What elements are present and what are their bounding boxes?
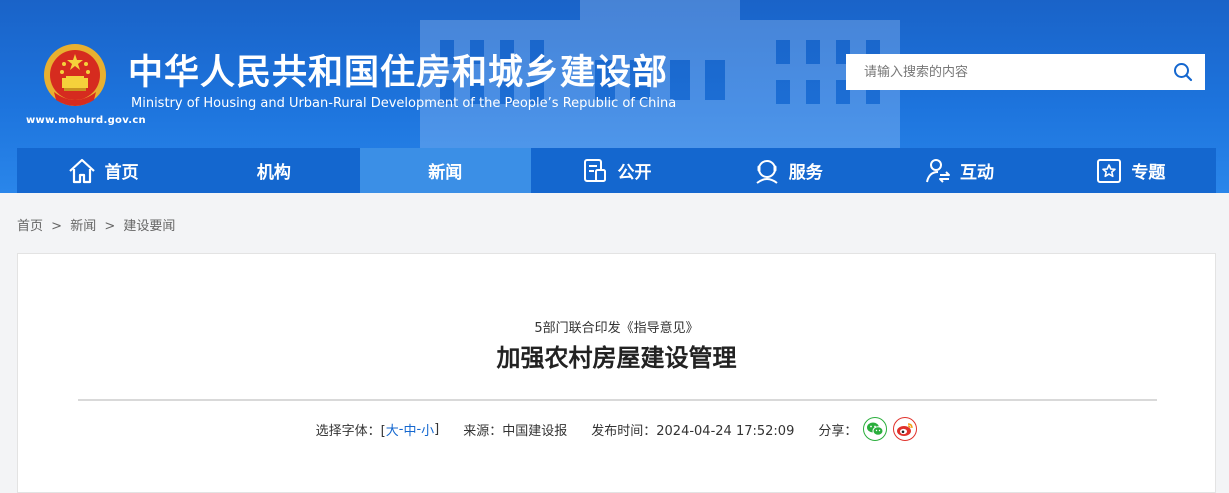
site-url: www.mohurd.gov.cn bbox=[26, 115, 146, 126]
nav-item-home[interactable]: 首页 bbox=[17, 148, 188, 193]
main-nav: 首页 机构 新闻 公开 服务 互动 专题 bbox=[17, 148, 1216, 193]
ministry-title-en: Ministry of Housing and Urban-Rural Deve… bbox=[131, 96, 677, 111]
article-meta: 选择字体：[ 大 - 中 - 小 ] 来源：中国建设报 发布时间：2024-04… bbox=[18, 417, 1215, 441]
nav-item-organization[interactable]: 机构 bbox=[188, 148, 359, 193]
breadcrumb-home-link[interactable]: 首页 bbox=[17, 219, 43, 234]
publish-time: 发布时间：2024-04-24 17:52:09 bbox=[591, 423, 795, 439]
service-icon bbox=[756, 159, 778, 184]
wechat-icon bbox=[867, 422, 884, 436]
nav-item-label: 服务 bbox=[788, 163, 823, 183]
font-size-selector: 选择字体：[ 大 - 中 - 小 ] bbox=[316, 420, 440, 439]
nav-item-label: 新闻 bbox=[428, 163, 463, 183]
search-button[interactable] bbox=[1161, 54, 1205, 90]
document-icon bbox=[584, 158, 607, 182]
title-divider bbox=[78, 399, 1157, 401]
site-header: www.mohurd.gov.cn 中华人民共和国住房和城乡建设部 Minist… bbox=[0, 0, 1229, 193]
nav-item-label: 专题 bbox=[1131, 163, 1166, 183]
share-wechat-button[interactable] bbox=[863, 417, 888, 441]
nav-item-interaction[interactable]: 互动 bbox=[873, 148, 1044, 193]
ministry-title-cn: 中华人民共和国住房和城乡建设部 bbox=[128, 53, 669, 93]
breadcrumb: 首页 > 新闻 > 建设要闻 bbox=[17, 215, 179, 234]
breadcrumb-current[interactable]: 建设要闻 bbox=[123, 219, 175, 234]
share-group: 分享： bbox=[818, 417, 918, 441]
share-weibo-button[interactable] bbox=[893, 417, 918, 441]
article-title: 加强农村房屋建设管理 bbox=[496, 344, 737, 372]
article-card: 5部门联合印发《指导意见》 加强农村房屋建设管理 选择字体：[ 大 - 中 - … bbox=[17, 253, 1216, 493]
search-input[interactable] bbox=[846, 54, 1161, 90]
nav-item-label: 公开 bbox=[617, 163, 652, 183]
nav-item-label: 首页 bbox=[104, 163, 139, 183]
nav-item-topics[interactable]: 专题 bbox=[1045, 148, 1216, 193]
article-source: 来源：中国建设报 bbox=[463, 423, 568, 439]
home-icon bbox=[68, 158, 95, 183]
nav-item-service[interactable]: 服务 bbox=[702, 148, 873, 193]
breadcrumb-separator: > bbox=[51, 219, 63, 234]
nav-item-news[interactable]: 新闻 bbox=[359, 148, 531, 193]
nav-item-disclosure[interactable]: 公开 bbox=[531, 148, 702, 193]
share-label: 分享： bbox=[818, 423, 858, 439]
breadcrumb-separator: > bbox=[104, 219, 116, 234]
nav-item-label: 机构 bbox=[256, 163, 291, 183]
search-box bbox=[846, 54, 1205, 90]
weibo-icon bbox=[897, 423, 914, 436]
search-icon bbox=[1174, 63, 1193, 82]
article-subtitle: 5部门联合印发《指导意见》 bbox=[534, 321, 699, 336]
national-emblem-logo bbox=[44, 44, 106, 106]
nav-item-label: 互动 bbox=[960, 163, 995, 183]
font-size-medium-link[interactable]: 中 bbox=[403, 420, 416, 439]
font-size-large-link[interactable]: 大 bbox=[386, 420, 399, 439]
breadcrumb-news-link[interactable]: 新闻 bbox=[70, 219, 96, 234]
font-size-end: ] bbox=[434, 421, 440, 437]
interaction-icon bbox=[926, 158, 951, 183]
font-size-label: 选择字体：[ bbox=[315, 423, 386, 439]
star-icon bbox=[1097, 158, 1122, 183]
font-size-small-link[interactable]: 小 bbox=[421, 420, 434, 439]
